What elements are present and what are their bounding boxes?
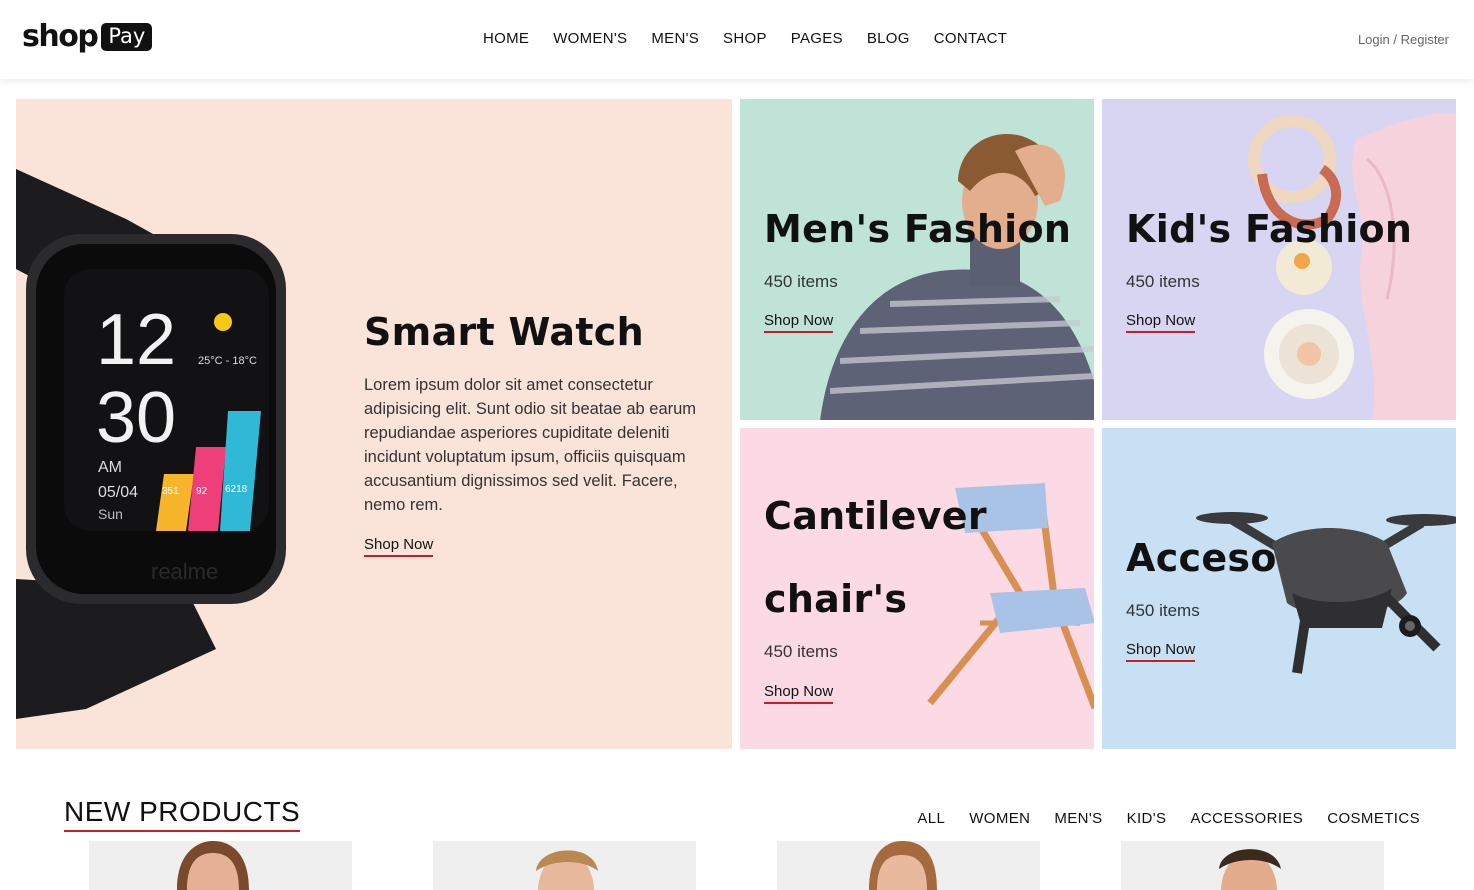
sun-icon xyxy=(214,313,232,331)
nav-pages[interactable]: PAGES xyxy=(791,30,843,47)
hero-smart-watch-banner: 12 30 AM 05/04 Sun 25°C - 18°C 351 92 62… xyxy=(16,99,732,749)
main-nav: HOME WOMEN'S MEN'S SHOP PAGES BLOG CONTA… xyxy=(471,30,1019,47)
watch-stat-heart: 92 xyxy=(196,486,208,497)
watch-minute: 30 xyxy=(96,378,176,458)
accessories-tile[interactable]: Accesories 450 items Shop Now xyxy=(1102,428,1456,749)
site-header: shop Pay HOME WOMEN'S MEN'S SHOP PAGES B… xyxy=(0,0,1474,79)
watch-day: Sun xyxy=(98,506,123,522)
product-card[interactable] xyxy=(1121,841,1384,890)
nav-contact[interactable]: CONTACT xyxy=(934,30,1007,47)
nav-shop[interactable]: SHOP xyxy=(723,30,767,47)
nav-blog[interactable]: BLOG xyxy=(867,30,910,47)
hero-shop-now-link[interactable]: Shop Now xyxy=(364,536,434,557)
kids-products-image xyxy=(1248,112,1456,420)
accessories-count: 450 items xyxy=(1126,601,1200,620)
filter-women[interactable]: WOMEN xyxy=(969,810,1030,827)
nav-womens[interactable]: WOMEN'S xyxy=(553,30,627,47)
shop-pay-logo[interactable]: shop Pay xyxy=(22,19,153,54)
mens-shop-now-link[interactable]: Shop Now xyxy=(764,312,834,333)
product-image xyxy=(869,841,937,890)
filter-mens[interactable]: MEN'S xyxy=(1054,810,1102,827)
chair-title-line1: Cantilever xyxy=(764,494,987,538)
mens-count: 450 items xyxy=(764,272,838,291)
product-image xyxy=(1219,849,1281,890)
kids-title: Kid's Fashion xyxy=(1126,207,1413,251)
accessories-shop-now-link[interactable]: Shop Now xyxy=(1126,641,1196,662)
product-image xyxy=(536,850,598,890)
watch-date: 05/04 xyxy=(98,484,138,501)
mens-title: Men's Fashion xyxy=(764,207,1072,251)
filter-accessories[interactable]: ACCESSORIES xyxy=(1190,810,1303,827)
watch-stat-calories: 351 xyxy=(162,486,179,497)
logo-badge: Pay xyxy=(101,23,153,51)
logo-word: shop xyxy=(22,19,99,54)
nav-home[interactable]: HOME xyxy=(483,30,529,47)
watch-stat-steps: 6218 xyxy=(225,484,248,495)
hero-description: Lorem ipsum dolor sit amet consectetur a… xyxy=(364,376,697,514)
mens-fashion-tile[interactable]: Men's Fashion 450 items Shop Now xyxy=(740,99,1094,420)
nav-mens[interactable]: MEN'S xyxy=(651,30,699,47)
chair-title-line2: chair's xyxy=(764,577,908,621)
watch-hour: 12 xyxy=(96,300,176,380)
filter-cosmetics[interactable]: COSMETICS xyxy=(1327,810,1420,827)
login-register-link[interactable]: Login / Register xyxy=(1358,32,1449,47)
watch-ampm: AM xyxy=(98,459,122,476)
chair-shop-now-link[interactable]: Shop Now xyxy=(764,683,834,704)
drone-image xyxy=(1196,512,1456,674)
product-card[interactable] xyxy=(433,841,696,890)
hero-title: Smart Watch xyxy=(364,310,644,354)
mens-model-image xyxy=(820,133,1094,420)
cantilever-chair-tile[interactable]: Cantilever chair's 450 items Shop Now xyxy=(740,428,1094,749)
product-filter-tabs: ALL WOMEN MEN'S KID'S ACCESSORIES COSMET… xyxy=(893,810,1420,827)
watch-temperature: 25°C - 18°C xyxy=(198,355,257,367)
kids-count: 450 items xyxy=(1126,272,1200,291)
watch-brand: realme xyxy=(151,559,218,584)
filter-kids[interactable]: KID'S xyxy=(1127,810,1167,827)
chair-count: 450 items xyxy=(764,642,838,661)
product-image xyxy=(177,841,249,890)
new-products-title: NEW PRODUCTS xyxy=(64,796,301,832)
product-card[interactable] xyxy=(89,841,352,890)
kids-shop-now-link[interactable]: Shop Now xyxy=(1126,312,1196,333)
product-card[interactable] xyxy=(777,841,1040,890)
smart-watch-image: 12 30 AM 05/04 Sun 25°C - 18°C 351 92 62… xyxy=(16,169,286,719)
kids-fashion-tile[interactable]: Kid's Fashion 450 items Shop Now xyxy=(1102,99,1456,420)
filter-all[interactable]: ALL xyxy=(917,810,945,827)
